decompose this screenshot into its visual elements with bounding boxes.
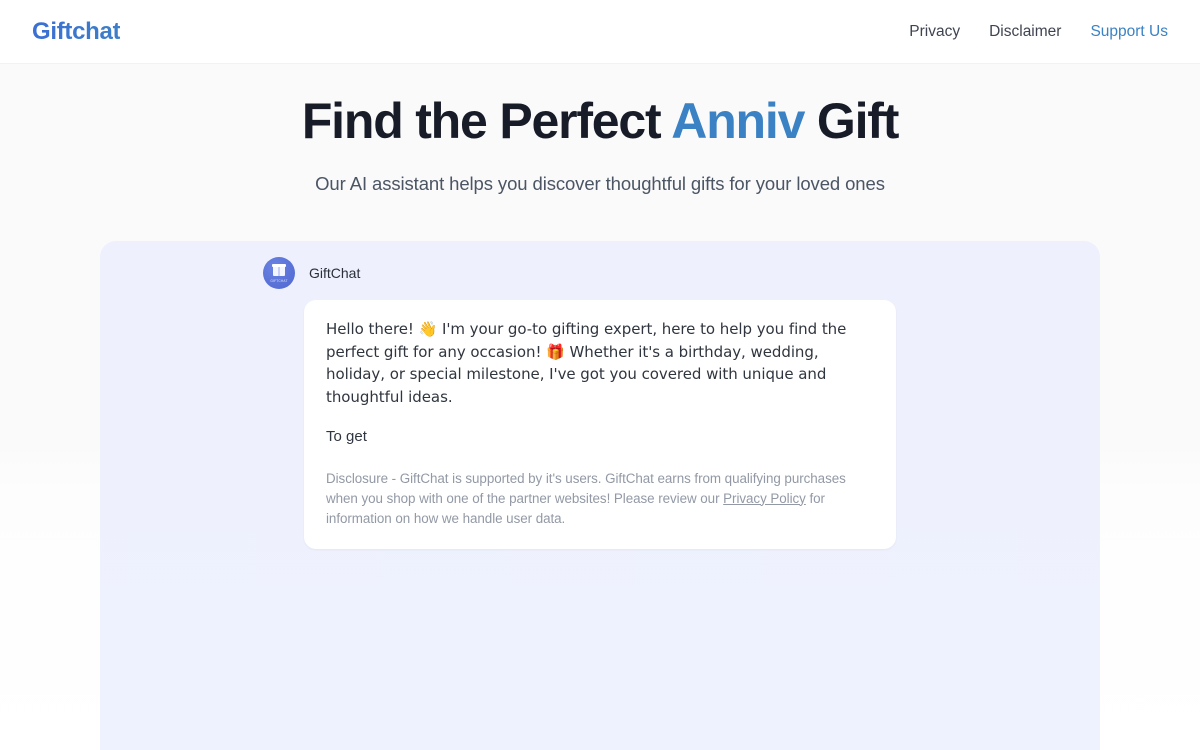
main-navigation: Privacy Disclaimer Support Us [909,24,1168,40]
nav-link-disclaimer[interactable]: Disclaimer [989,24,1061,40]
page-title-part2: Gift [804,93,899,149]
brand-logo[interactable]: Giftchat [32,19,121,44]
chat-message-body: Hello there! 👋 I'm your go-to gifting ex… [326,320,847,406]
nav-link-privacy[interactable]: Privacy [909,24,960,40]
chat-message-bubble: Hello there! 👋 I'm your go-to gifting ex… [304,300,896,549]
chat-message-continuation: To get [326,428,367,445]
avatar-label: GIFTCHAT [270,279,288,283]
chat-message-header: GIFTCHAT GiftChat [263,257,1100,289]
chat-agent-name: GiftChat [309,265,361,281]
page-subtitle: Our AI assistant helps you discover thou… [315,173,885,194]
hero-section: Find the Perfect Anniv Gift Our AI assis… [0,64,1200,195]
chat-disclosure: Disclosure - GiftChat is supported by it… [326,469,874,529]
nav-link-support-us[interactable]: Support Us [1090,24,1168,40]
giftchat-avatar: GIFTCHAT [263,257,295,289]
privacy-policy-link[interactable]: Privacy Policy [723,491,806,506]
page-title-highlight: Anniv [671,93,805,149]
gift-box-icon [273,266,285,276]
chat-panel: GIFTCHAT GiftChat Hello there! 👋 I'm you… [100,241,1100,750]
chat-message: GIFTCHAT GiftChat Hello there! 👋 I'm you… [100,241,1100,549]
site-header: Giftchat Privacy Disclaimer Support Us [0,0,1200,64]
page-title-part1: Find the Perfect [301,93,672,149]
page-title: Find the Perfect Anniv Gift [0,92,1200,151]
gift-box-lid-icon [272,264,286,267]
